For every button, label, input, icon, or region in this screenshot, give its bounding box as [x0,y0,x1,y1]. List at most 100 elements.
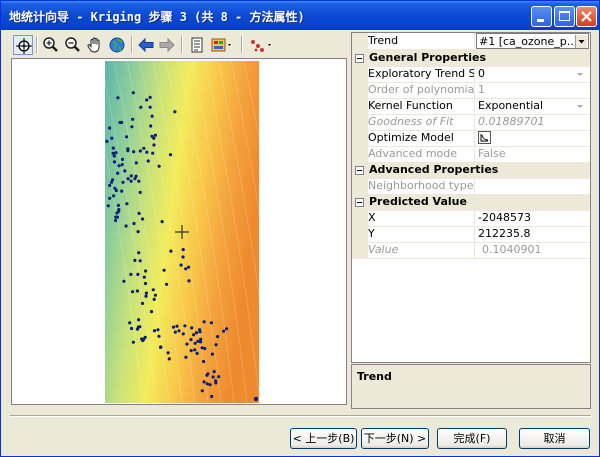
maximize-button[interactable] [554,6,575,27]
minimize-icon [537,19,544,22]
sample-point [108,196,112,200]
zoom-in-button[interactable] [41,35,61,55]
sample-point [126,177,130,181]
description-panel: Trend [351,364,591,409]
optimize-model-button[interactable] [476,130,588,146]
sample-point [187,279,191,283]
prop-row-order: Order of polynomial 1 [352,82,590,99]
sample-point [195,351,199,355]
finish-button[interactable]: 完成(F) [437,428,507,449]
sample-point [173,110,177,114]
sample-point [122,279,126,283]
sample-point [141,217,145,221]
prop-row-y[interactable]: Y 212235.8 [352,226,590,243]
sample-point [208,383,212,387]
legend-dropdown-button[interactable] [209,35,235,55]
pan-button[interactable] [85,35,105,55]
property-grid[interactable]: Trend #1 [ca_ozone_p.… General Propertie… [351,32,591,363]
prop-row-kernel[interactable]: Kernel Function Exponential [352,98,590,115]
prop-label: Trend [368,33,475,49]
sample-point [184,355,188,359]
sample-point [117,209,121,213]
collapse-toggle-icon[interactable] [355,166,364,175]
category-advanced[interactable]: Advanced Properties [352,162,590,179]
sample-point [132,221,136,226]
sample-point [111,151,115,155]
sample-point [134,161,138,165]
sample-point [111,178,115,182]
sample-point [205,382,209,386]
prop-value: 1 [478,83,485,96]
category-general[interactable]: General Properties [352,50,590,67]
prop-value [476,178,588,194]
prop-row-advanced-mode: Advanced mode False [352,146,590,163]
prop-label: Advanced mode [368,146,475,162]
sample-point [138,190,142,194]
sample-point [202,380,206,384]
sample-point [136,272,140,276]
points-display-dropdown[interactable] [247,35,275,55]
sample-point [148,95,152,99]
optimize-icon [478,131,491,144]
map-preview[interactable] [11,58,347,405]
chevron-down-icon [577,73,583,76]
sample-point [114,218,118,223]
kernel-select[interactable]: Exponential [476,98,588,114]
next-button[interactable]: 下一步(N) > [361,428,429,449]
prop-label: Order of polynomial [368,82,475,98]
exploratory-select[interactable]: 0 [476,66,588,82]
cancel-button[interactable]: 取消 [519,428,590,449]
prop-row-optimize[interactable]: Optimize Model [352,130,590,147]
close-icon [581,11,592,22]
category-title: Predicted Value [369,195,467,208]
layers-button[interactable] [187,35,207,55]
full-extent-button[interactable] [107,35,127,55]
close-button[interactable] [576,6,597,27]
sample-point [181,248,185,252]
zoom-out-button[interactable] [63,35,83,55]
sample-point [133,258,137,262]
category-title: Advanced Properties [369,163,499,176]
forward-extent-button[interactable] [157,35,177,55]
category-predicted[interactable]: Predicted Value [352,194,590,211]
sample-point [151,151,155,155]
sample-point [133,177,137,181]
sample-point [131,117,135,121]
collapse-toggle-icon[interactable] [355,54,364,63]
sample-point [129,174,133,178]
back-extent-button[interactable] [136,35,156,55]
sample-point [168,153,173,157]
trend-select[interactable]: #1 [ca_ozone_p.… [476,33,589,49]
trend-surface-map[interactable] [12,59,346,404]
sample-point [185,342,189,346]
sample-point [162,268,166,272]
identify-crosshair-button[interactable] [13,35,33,55]
sample-point [192,333,196,337]
sample-point [253,396,259,402]
sample-point [175,324,179,328]
back-button[interactable]: < 上一步(B) [290,428,357,449]
minimize-button[interactable] [531,6,552,27]
sample-point [110,136,114,140]
sample-point [179,263,183,267]
x-value-field[interactable]: -2048573 [476,210,588,226]
collapse-toggle-icon[interactable] [355,198,364,207]
prop-row-x[interactable]: X -2048573 [352,210,590,227]
prop-row-trend[interactable]: Trend #1 [ca_ozone_p.… [352,33,590,50]
sample-point [217,375,221,379]
sample-point [159,345,163,349]
prop-row-exploratory[interactable]: Exploratory Trend S… 0 [352,66,590,83]
sample-point [189,338,193,342]
sample-point [105,139,109,143]
sample-point [177,329,181,333]
title-bar[interactable]: 地统计向导 - Kriging 步骤 3 (共 8 - 方法属性) [1,1,599,30]
sample-point [189,349,193,353]
sample-point [137,179,141,183]
forward-arrow-icon [159,37,175,53]
sample-point [146,159,150,163]
sample-point [111,146,115,150]
y-value-field[interactable]: 212235.8 [476,226,588,242]
sample-point [167,357,171,361]
sample-point [139,105,143,109]
chevron-down-icon [575,35,587,48]
